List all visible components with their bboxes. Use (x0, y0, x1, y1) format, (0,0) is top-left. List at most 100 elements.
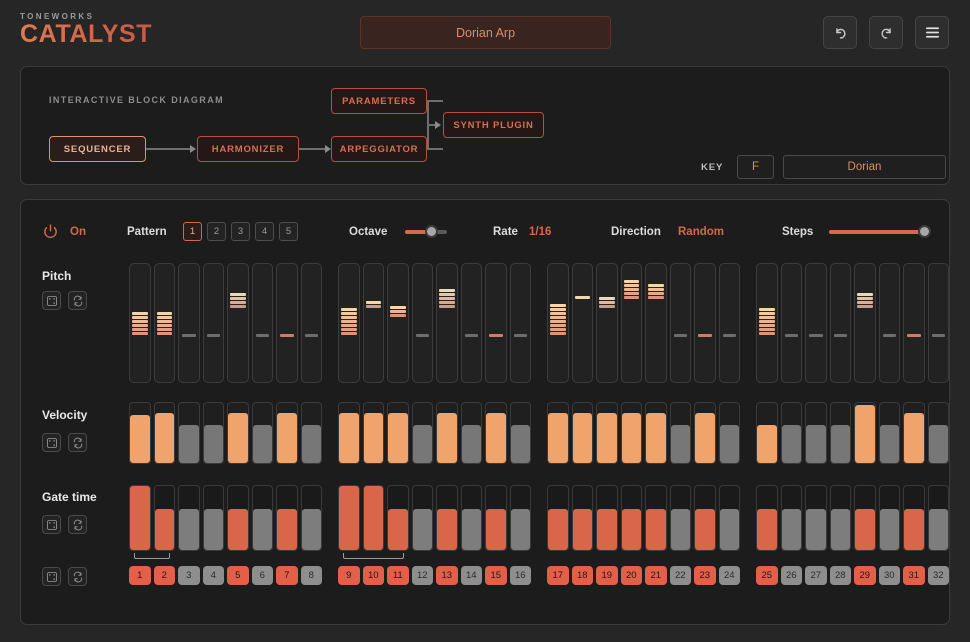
step-button-16[interactable]: 16 (510, 566, 532, 585)
key-value-selector[interactable]: F (737, 155, 774, 179)
step-button-29[interactable]: 29 (854, 566, 876, 585)
velocity-step-9[interactable] (338, 402, 360, 464)
gate-step-13[interactable] (436, 485, 458, 551)
velocity-step-13[interactable] (436, 402, 458, 464)
step-button-4[interactable]: 4 (203, 566, 225, 585)
gate-step-10[interactable] (363, 485, 385, 551)
step-button-32[interactable]: 32 (928, 566, 950, 585)
gate-step-17[interactable] (547, 485, 569, 551)
gate-step-29[interactable] (854, 485, 876, 551)
velocity-step-29[interactable] (854, 402, 876, 464)
velocity-step-31[interactable] (903, 402, 925, 464)
menu-button[interactable] (915, 16, 949, 49)
pattern-button-5[interactable]: 5 (279, 222, 298, 241)
gate-step-25[interactable] (756, 485, 778, 551)
step-button-19[interactable]: 19 (596, 566, 618, 585)
gate-step-23[interactable] (694, 485, 716, 551)
pitch-step-28[interactable] (830, 263, 852, 383)
redo-button[interactable] (869, 16, 903, 49)
velocity-step-20[interactable] (621, 402, 643, 464)
step-button-9[interactable]: 9 (338, 566, 360, 585)
randomize-velocity-button[interactable] (42, 433, 61, 452)
pitch-step-21[interactable] (645, 263, 667, 383)
velocity-step-30[interactable] (879, 402, 901, 464)
gate-step-14[interactable] (461, 485, 483, 551)
pitch-step-24[interactable] (719, 263, 741, 383)
velocity-step-1[interactable] (129, 402, 151, 464)
velocity-step-19[interactable] (596, 402, 618, 464)
velocity-step-18[interactable] (572, 402, 594, 464)
step-button-21[interactable]: 21 (645, 566, 667, 585)
pitch-step-31[interactable] (903, 263, 925, 383)
preset-name-field[interactable]: Dorian Arp (360, 16, 611, 49)
pitch-step-19[interactable] (596, 263, 618, 383)
pitch-step-22[interactable] (670, 263, 692, 383)
velocity-step-21[interactable] (645, 402, 667, 464)
gate-step-18[interactable] (572, 485, 594, 551)
reset-gate-time-button[interactable] (68, 515, 87, 534)
gate-step-11[interactable] (387, 485, 409, 551)
gate-step-6[interactable] (252, 485, 274, 551)
step-button-17[interactable]: 17 (547, 566, 569, 585)
pitch-step-15[interactable] (485, 263, 507, 383)
step-button-13[interactable]: 13 (436, 566, 458, 585)
pitch-step-5[interactable] (227, 263, 249, 383)
gate-step-12[interactable] (412, 485, 434, 551)
pitch-step-32[interactable] (928, 263, 950, 383)
velocity-step-3[interactable] (178, 402, 200, 464)
gate-step-31[interactable] (903, 485, 925, 551)
velocity-step-2[interactable] (154, 402, 176, 464)
gate-step-30[interactable] (879, 485, 901, 551)
diagram-node-parameters[interactable]: PARAMETERS (331, 88, 427, 114)
gate-step-9[interactable] (338, 485, 360, 551)
octave-slider[interactable] (405, 230, 447, 234)
velocity-step-22[interactable] (670, 402, 692, 464)
velocity-step-15[interactable] (485, 402, 507, 464)
pattern-button-4[interactable]: 4 (255, 222, 274, 241)
gate-step-28[interactable] (830, 485, 852, 551)
gate-step-22[interactable] (670, 485, 692, 551)
gate-step-20[interactable] (621, 485, 643, 551)
pattern-button-1[interactable]: 1 (183, 222, 202, 241)
step-button-27[interactable]: 27 (805, 566, 827, 585)
step-button-3[interactable]: 3 (178, 566, 200, 585)
step-button-6[interactable]: 6 (252, 566, 274, 585)
pitch-step-3[interactable] (178, 263, 200, 383)
pitch-step-30[interactable] (879, 263, 901, 383)
pitch-step-23[interactable] (694, 263, 716, 383)
pitch-step-4[interactable] (203, 263, 225, 383)
pitch-step-13[interactable] (436, 263, 458, 383)
velocity-step-28[interactable] (830, 402, 852, 464)
gate-step-5[interactable] (227, 485, 249, 551)
velocity-step-14[interactable] (461, 402, 483, 464)
power-button[interactable] (42, 223, 59, 245)
pattern-button-2[interactable]: 2 (207, 222, 226, 241)
step-button-18[interactable]: 18 (572, 566, 594, 585)
rate-value[interactable]: 1/16 (529, 226, 551, 238)
diagram-node-harmonizer[interactable]: HARMONIZER (197, 136, 299, 162)
pitch-step-2[interactable] (154, 263, 176, 383)
gate-step-4[interactable] (203, 485, 225, 551)
gate-step-26[interactable] (781, 485, 803, 551)
reset-pitch-button[interactable] (68, 291, 87, 310)
step-button-26[interactable]: 26 (781, 566, 803, 585)
step-button-11[interactable]: 11 (387, 566, 409, 585)
scale-value-selector[interactable]: Dorian (783, 155, 946, 179)
gate-step-8[interactable] (301, 485, 323, 551)
pitch-step-17[interactable] (547, 263, 569, 383)
gate-step-7[interactable] (276, 485, 298, 551)
pitch-step-14[interactable] (461, 263, 483, 383)
step-button-25[interactable]: 25 (756, 566, 778, 585)
step-button-5[interactable]: 5 (227, 566, 249, 585)
gate-step-3[interactable] (178, 485, 200, 551)
velocity-step-5[interactable] (227, 402, 249, 464)
velocity-step-12[interactable] (412, 402, 434, 464)
pitch-step-8[interactable] (301, 263, 323, 383)
pitch-step-6[interactable] (252, 263, 274, 383)
diagram-node-arpeggiator[interactable]: ARPEGGIATOR (331, 136, 427, 162)
pitch-step-11[interactable] (387, 263, 409, 383)
gate-step-19[interactable] (596, 485, 618, 551)
pitch-step-29[interactable] (854, 263, 876, 383)
velocity-step-25[interactable] (756, 402, 778, 464)
gate-step-24[interactable] (719, 485, 741, 551)
